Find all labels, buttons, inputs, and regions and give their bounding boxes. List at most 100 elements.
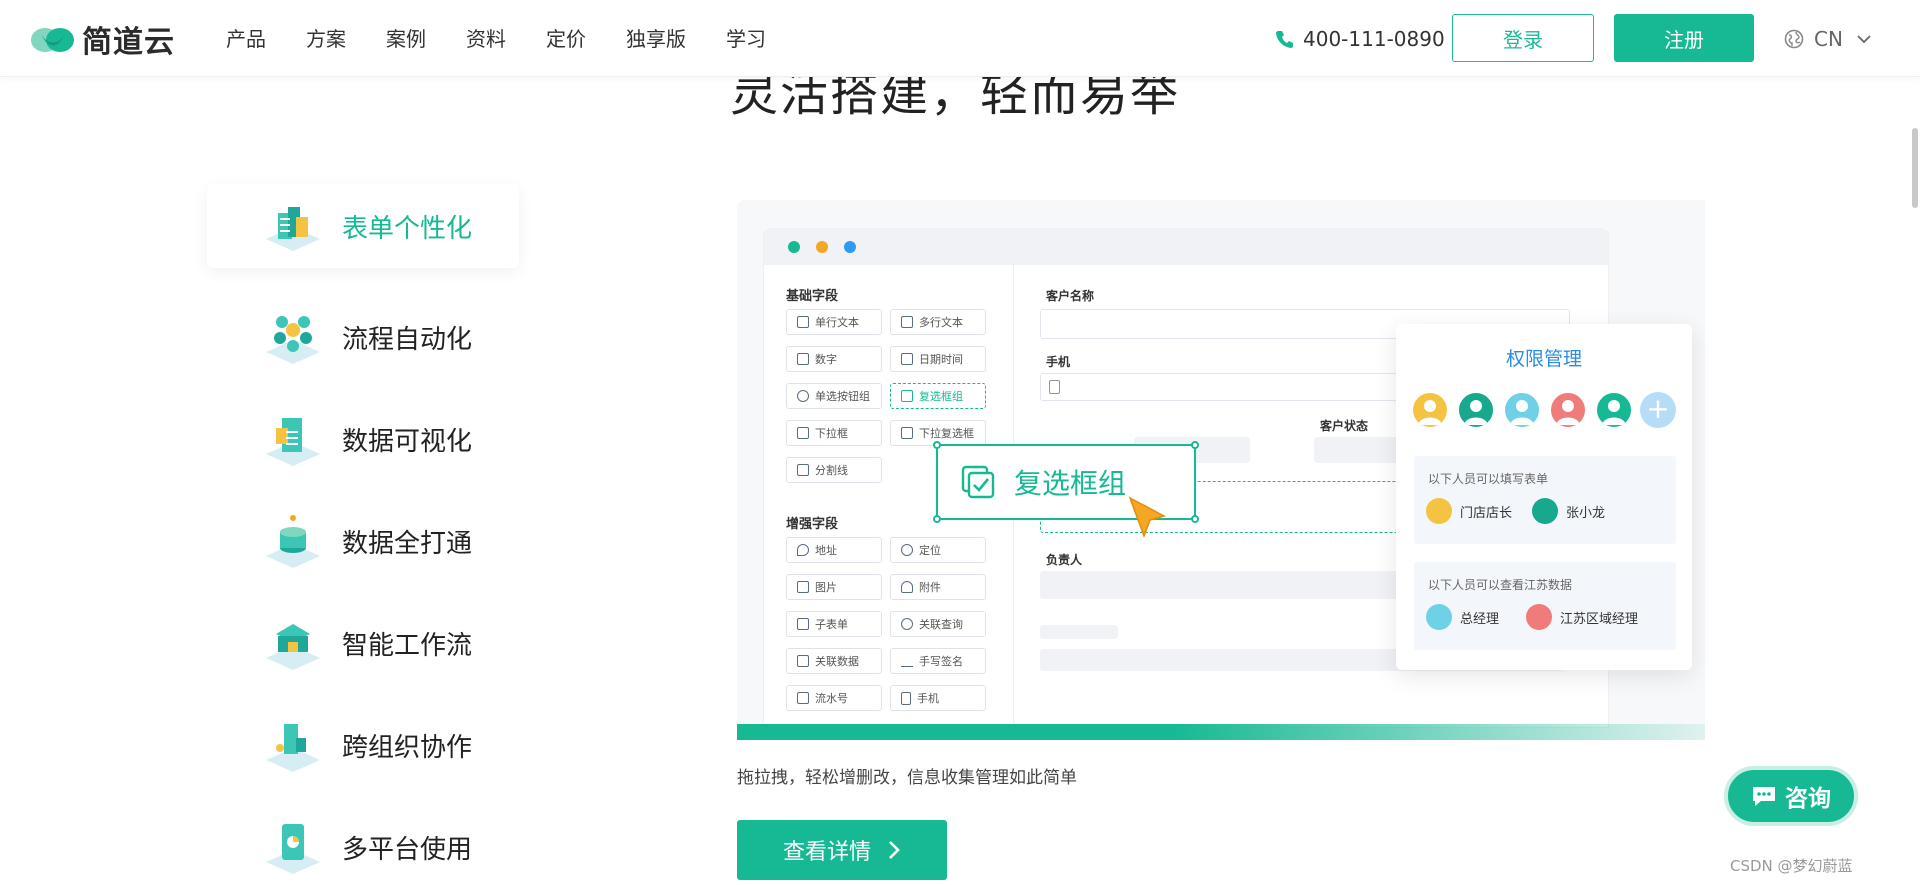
placeholder-label bbox=[1040, 625, 1118, 639]
field-number[interactable]: 数字 bbox=[786, 346, 882, 372]
user-avatar-icon bbox=[1418, 400, 1442, 425]
nav-item-product[interactable]: 产品 bbox=[226, 24, 266, 54]
field-divider[interactable]: 分割线 bbox=[786, 457, 882, 483]
feature-item-workflow[interactable]: 智能工作流 bbox=[207, 592, 519, 694]
language-selector[interactable]: CN bbox=[1784, 24, 1873, 54]
field-signature[interactable]: 手写签名 bbox=[890, 648, 986, 674]
permission-title: 权限管理 bbox=[1505, 348, 1582, 370]
cursor-arrow-icon bbox=[1128, 496, 1166, 539]
nav-item-resources[interactable]: 资料 bbox=[466, 24, 506, 54]
phone-contact[interactable]: 400-111-0890 bbox=[1275, 24, 1445, 54]
field-mobile[interactable]: 手机 bbox=[890, 685, 986, 711]
resize-handle[interactable] bbox=[1191, 515, 1199, 523]
user-avatar-icon bbox=[1532, 498, 1558, 524]
main-nav: 产品 方案 案例 资料 定价 独享版 学习 bbox=[226, 24, 806, 54]
page-scrollbar[interactable] bbox=[1912, 128, 1918, 208]
avatar[interactable] bbox=[1456, 390, 1496, 430]
collaboration-icon bbox=[266, 724, 320, 772]
table-icon bbox=[797, 618, 809, 630]
view-details-button[interactable]: 查看详情 bbox=[737, 820, 947, 880]
field-image[interactable]: 图片 bbox=[786, 574, 882, 600]
user-avatar-icon bbox=[1556, 400, 1580, 425]
feature-label: 表单个性化 bbox=[342, 213, 473, 244]
user-avatar-icon bbox=[1426, 604, 1452, 630]
divider-icon bbox=[797, 464, 809, 476]
resize-handle[interactable] bbox=[933, 441, 941, 449]
pen-icon bbox=[901, 655, 913, 667]
feature-label: 多平台使用 bbox=[342, 834, 473, 865]
feature-item-collab[interactable]: 跨组织协作 bbox=[207, 694, 519, 796]
user-avatar-icon bbox=[1526, 604, 1552, 630]
field-linked-data[interactable]: 关联数据 bbox=[786, 648, 882, 674]
field-checkbox-group[interactable]: 复选框组 bbox=[890, 383, 986, 409]
feature-item-integrate[interactable]: 数据全打通 bbox=[207, 490, 519, 592]
feature-label: 数据全打通 bbox=[342, 528, 473, 559]
nav-item-dedicated[interactable]: 独享版 bbox=[626, 24, 686, 54]
textarea-field-icon bbox=[901, 316, 913, 328]
feature-label: 流程自动化 bbox=[342, 324, 473, 355]
avatar[interactable] bbox=[1502, 390, 1542, 430]
window-dot-blue bbox=[844, 241, 856, 253]
view-permission-title: 以下人员可以查看江苏数据 bbox=[1428, 578, 1573, 592]
brand-name: 简道云 bbox=[82, 25, 175, 60]
list-icon bbox=[901, 427, 913, 439]
avatar[interactable] bbox=[1594, 390, 1634, 430]
watermark-text: CSDN @梦幻蔚蓝 bbox=[1730, 857, 1853, 875]
location-pin-icon bbox=[797, 544, 809, 556]
permission-user[interactable]: 门店店长 bbox=[1426, 498, 1512, 524]
top-header: 简道云 产品 方案 案例 资料 定价 独享版 学习 400-111-0890 登… bbox=[0, 0, 1920, 77]
mail-icon bbox=[797, 692, 809, 704]
feature-item-visual[interactable]: 数据可视化 bbox=[207, 388, 519, 490]
field-datetime[interactable]: 日期时间 bbox=[890, 346, 986, 372]
permission-user[interactable]: 总经理 bbox=[1426, 604, 1499, 630]
brand-logo[interactable]: 简道云 bbox=[30, 20, 175, 60]
drag-label: 复选框组 bbox=[1014, 467, 1127, 500]
avatar[interactable] bbox=[1410, 390, 1450, 430]
field-single-text[interactable]: 单行文本 bbox=[786, 309, 882, 335]
nav-item-learn[interactable]: 学习 bbox=[726, 24, 766, 54]
mobile-device-icon bbox=[266, 824, 320, 874]
field-attachment[interactable]: 附件 bbox=[890, 574, 986, 600]
nav-item-cases[interactable]: 案例 bbox=[386, 24, 426, 54]
fill-permission-title: 以下人员可以填写表单 bbox=[1428, 472, 1549, 486]
field-subform[interactable]: 子表单 bbox=[786, 611, 882, 637]
radio-icon bbox=[797, 390, 809, 402]
avatar[interactable] bbox=[1548, 390, 1588, 430]
chevron-right-icon bbox=[889, 841, 900, 859]
field-address[interactable]: 地址 bbox=[786, 537, 882, 563]
feature-item-form[interactable]: 表单个性化 bbox=[207, 184, 519, 268]
field-serial-number[interactable]: 流水号 bbox=[786, 685, 882, 711]
resize-handle[interactable] bbox=[1191, 441, 1199, 449]
dropdown-icon bbox=[797, 427, 809, 439]
user-avatar-icon bbox=[1426, 498, 1452, 524]
window-titlebar bbox=[764, 229, 1608, 265]
fill-permission-box: 以下人员可以填写表单 门店店长 张小龙 bbox=[1414, 456, 1676, 544]
window-dot-orange bbox=[816, 241, 828, 253]
resize-handle[interactable] bbox=[933, 515, 941, 523]
crosshair-icon bbox=[901, 544, 913, 556]
preview-accent-bar bbox=[737, 724, 1705, 740]
image-icon bbox=[797, 581, 809, 593]
customer-name-label: 客户名称 bbox=[1046, 289, 1095, 303]
field-geolocation[interactable]: 定位 bbox=[890, 537, 986, 563]
field-linked-query[interactable]: 关联查询 bbox=[890, 611, 986, 637]
permission-user[interactable]: 江苏区域经理 bbox=[1526, 604, 1638, 630]
nav-item-solution[interactable]: 方案 bbox=[306, 24, 346, 54]
nav-item-pricing[interactable]: 定价 bbox=[546, 24, 586, 54]
process-nodes-icon bbox=[266, 316, 320, 364]
feature-item-process[interactable]: 流程自动化 bbox=[207, 286, 519, 388]
permission-user[interactable]: 张小龙 bbox=[1532, 498, 1605, 524]
field-radio-group[interactable]: 单选按钮组 bbox=[786, 383, 882, 409]
calendar-icon bbox=[901, 353, 913, 365]
feature-item-platform[interactable]: 多平台使用 bbox=[207, 796, 519, 885]
login-button[interactable]: 登录 bbox=[1452, 14, 1594, 62]
field-dropdown[interactable]: 下拉框 bbox=[786, 420, 882, 446]
field-multi-text[interactable]: 多行文本 bbox=[890, 309, 986, 335]
register-button[interactable]: 注册 bbox=[1614, 14, 1754, 62]
enhanced-fields-title: 增强字段 bbox=[786, 517, 839, 532]
chat-bubble-icon bbox=[1753, 787, 1775, 806]
consult-button[interactable]: 咨询 bbox=[1724, 766, 1858, 826]
add-user-button[interactable]: + bbox=[1640, 392, 1676, 428]
number-field-icon bbox=[797, 353, 809, 365]
workflow-house-icon bbox=[266, 624, 320, 670]
